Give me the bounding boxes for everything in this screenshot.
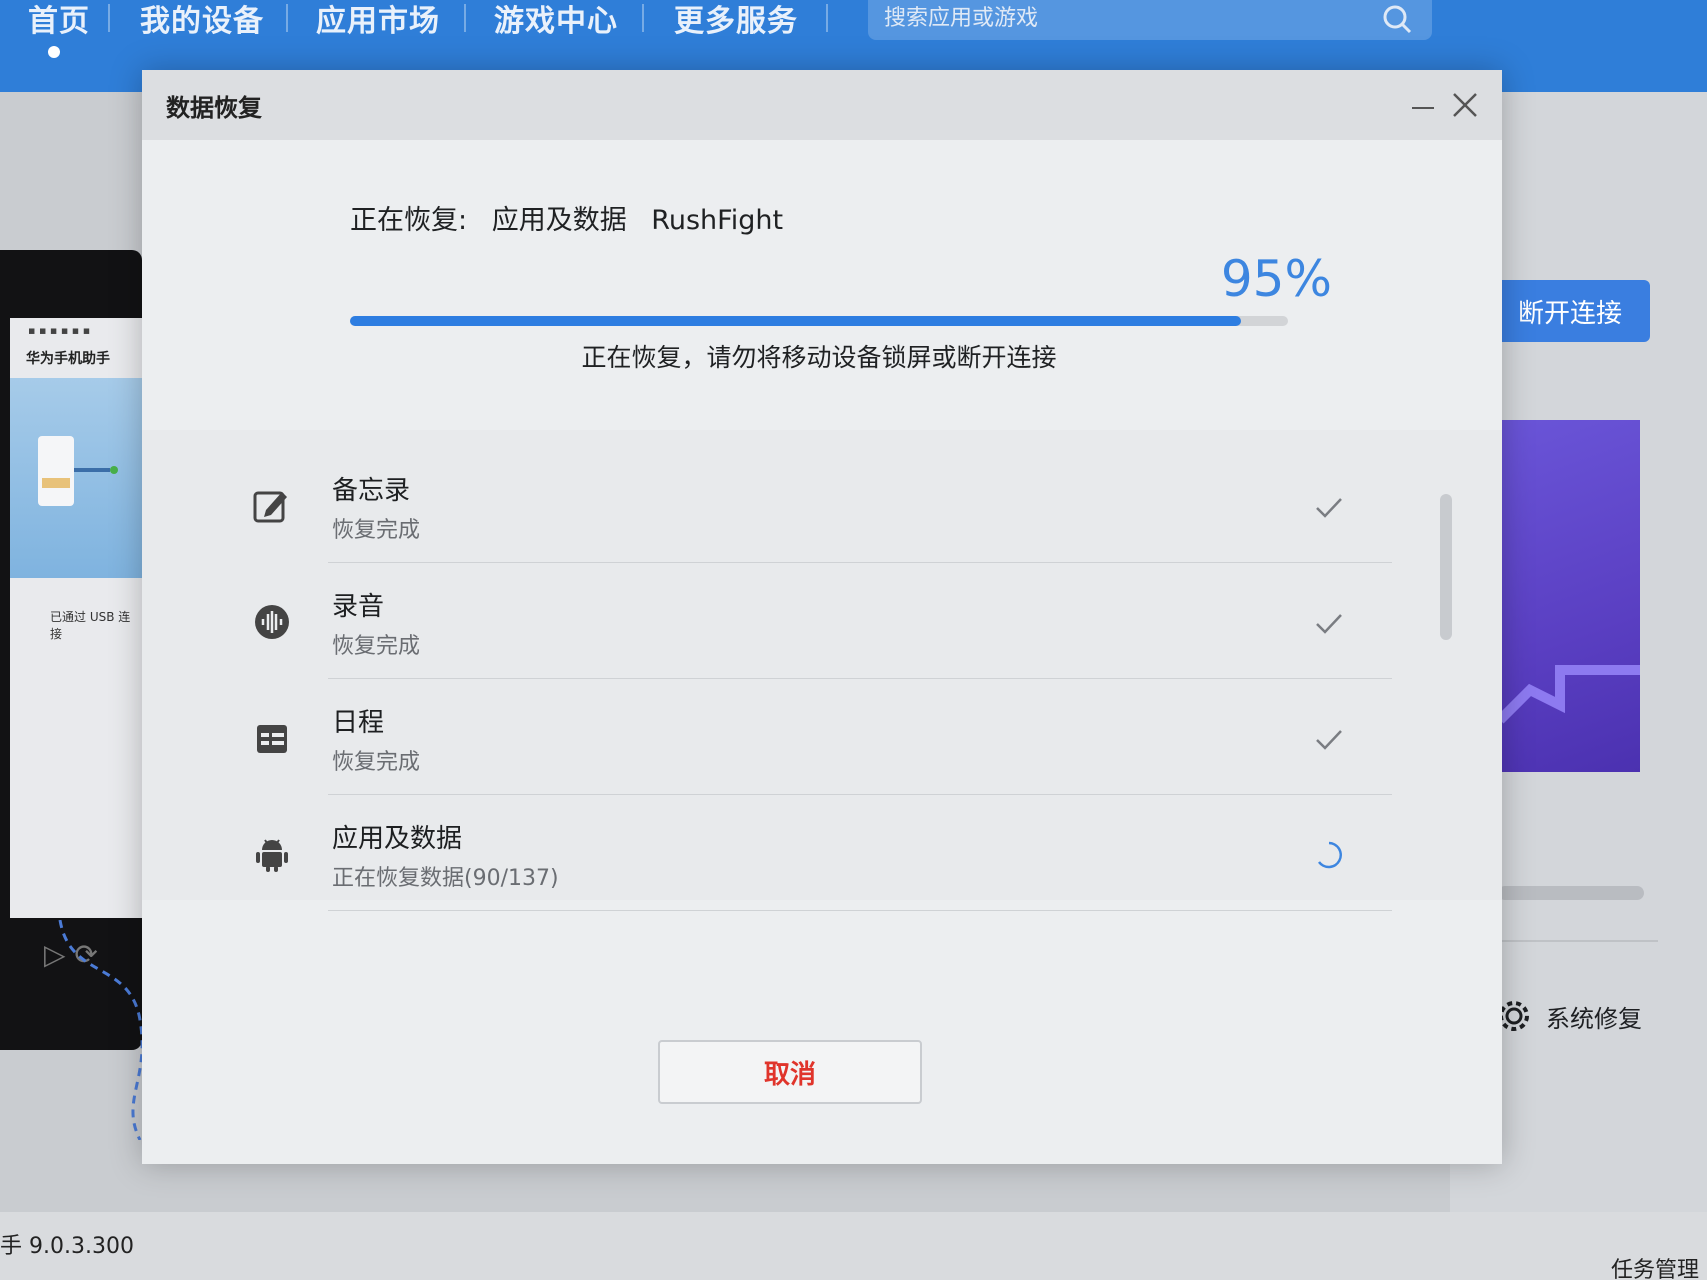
nav-game-center[interactable]: 游戏中心 (494, 0, 618, 40)
note-edit-icon (253, 491, 287, 523)
phone-screen: ▪ ▪ ▪ ▪ ▪ ▪ 华为手机助手 已通过 USB 连接 (10, 318, 142, 918)
restore-status-text: 正在恢复: 应用及数据 RushFight (350, 198, 783, 237)
divider (1498, 940, 1658, 942)
usb-connected-note: 已通过 USB 连接 (50, 610, 131, 641)
nav-app-market[interactable]: 应用市场 (316, 0, 440, 40)
phone-app-title: 华为手机助手 (26, 351, 110, 367)
list-scrollbar[interactable] (1440, 494, 1452, 640)
nav-my-devices[interactable]: 我的设备 (140, 0, 264, 40)
item-title: 录音 (332, 592, 385, 622)
promo-banner[interactable] (1500, 420, 1640, 772)
item-status: 恢复完成 (332, 518, 421, 543)
sound-wave-icon (255, 605, 289, 639)
android-icon (256, 839, 288, 872)
item-title: 备忘录 (332, 476, 411, 506)
status-bar (0, 1212, 1707, 1280)
check-icon (1316, 730, 1342, 750)
status-current-item: 应用及数据 (491, 205, 627, 236)
item-status: 恢复完成 (332, 634, 421, 659)
progress-bar (350, 316, 1288, 326)
background-scrollbar[interactable] (1498, 886, 1644, 900)
divider (328, 678, 1392, 679)
list-item: 日程 恢复完成 (142, 682, 1392, 798)
task-manager-link[interactable]: 任务管理 (1611, 1252, 1699, 1280)
nav-divider (464, 4, 466, 32)
check-icon (1316, 614, 1342, 634)
item-title: 日程 (332, 708, 385, 738)
nav-divider (286, 4, 288, 32)
disconnect-button[interactable]: 断开连接 (1490, 280, 1650, 342)
nav-active-indicator (48, 46, 60, 58)
divider (328, 794, 1392, 795)
nav-divider (642, 4, 644, 32)
banner-graphic (1500, 665, 1640, 724)
version-text: 手 9.0.3.300 (0, 1234, 134, 1259)
phone-illustration (10, 378, 142, 578)
item-status: 正在恢复数据(90/137) (332, 866, 559, 891)
cancel-button[interactable]: 取消 (658, 1040, 922, 1104)
status-current-app: RushFight (651, 205, 784, 236)
search-icon[interactable] (1380, 2, 1414, 36)
nav-divider (108, 4, 110, 32)
progress-percent: 95% (1220, 250, 1332, 308)
list-item: 应用及数据 正在恢复数据(90/137) (142, 798, 1392, 914)
item-title: 应用及数据 (332, 824, 463, 854)
dialog-header[interactable]: 数据恢复 (142, 70, 1502, 140)
status-prefix: 正在恢复: (350, 205, 468, 236)
data-restore-dialog: 数据恢复 正在恢复: 应用及数据 RushFight 95% 正在恢复，请勿将移… (142, 70, 1502, 1164)
divider (328, 910, 1392, 911)
item-status: 恢复完成 (332, 750, 421, 775)
progress-fill (350, 316, 1242, 326)
nav-home[interactable]: 首页 (28, 0, 90, 40)
nav-more-services[interactable]: 更多服务 (674, 0, 798, 40)
restore-item-list: 备忘录 恢复完成 录音 恢复完成 日程 恢复完成 应用及数据 正在恢复数据(90… (142, 430, 1502, 911)
loading-spinner-icon (1317, 841, 1342, 869)
list-item: 备忘录 恢复完成 (142, 450, 1392, 566)
system-repair-button[interactable]: 系统修复 (1496, 998, 1642, 1034)
nav-divider (826, 4, 828, 32)
phone-status-icons: ▪ ▪ ▪ ▪ ▪ ▪ (28, 324, 91, 337)
restore-warning: 正在恢复，请勿将移动设备锁屏或断开连接 (581, 343, 1057, 372)
check-icon (1316, 498, 1342, 518)
list-item: 录音 恢复完成 (142, 566, 1392, 682)
minimize-icon[interactable] (1408, 92, 1438, 122)
search-input[interactable]: 搜索应用或游戏 (868, 0, 1432, 40)
phone-usb-illustration (38, 436, 118, 506)
close-icon[interactable] (1448, 88, 1482, 122)
divider (328, 562, 1392, 563)
dialog-title: 数据恢复 (166, 94, 262, 122)
system-repair-label: 系统修复 (1546, 1004, 1642, 1033)
calendar-icon (257, 725, 287, 753)
search-placeholder: 搜索应用或游戏 (884, 6, 1039, 31)
